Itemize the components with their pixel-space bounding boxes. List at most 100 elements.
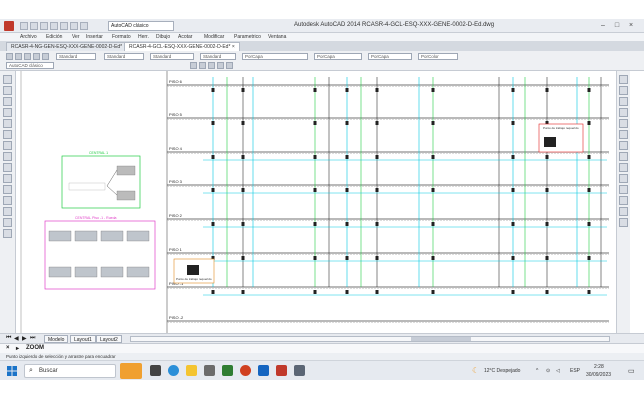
menu-parametric[interactable]: Parametrico xyxy=(234,34,261,40)
erase-icon[interactable] xyxy=(619,75,628,84)
drawing-canvas[interactable]: CENTRAL 1 CENTRAL Piso -1 - Rueda PISO 6… xyxy=(17,71,616,333)
menu-modify[interactable]: Modificar xyxy=(204,34,224,40)
print-icon[interactable] xyxy=(60,22,68,30)
pan-icon[interactable] xyxy=(217,62,224,69)
doc-tab[interactable]: RCASR-4-NG-GEN-ESQ-XXX-GENE-0002-D-Ed* xyxy=(6,42,128,51)
new-icon[interactable] xyxy=(20,22,28,30)
break-icon[interactable] xyxy=(619,196,628,205)
new-icon[interactable] xyxy=(6,53,13,60)
menu-tools[interactable]: Herr. xyxy=(138,34,149,40)
linetype-select[interactable]: PorCapa xyxy=(314,53,362,60)
nav-last-icon[interactable]: ⏭ xyxy=(30,335,35,342)
color-select[interactable]: PorColor xyxy=(418,53,458,60)
menu-insert[interactable]: Insertar xyxy=(86,34,103,40)
excel-icon[interactable] xyxy=(222,365,233,376)
store-icon[interactable] xyxy=(204,365,215,376)
doc-tab-active[interactable]: RCASR-4-GCL-ESQ-XXX-GENE-0002-D-Ed* × xyxy=(124,42,240,51)
task-view-icon[interactable] xyxy=(150,365,161,376)
outlook-icon[interactable] xyxy=(258,365,269,376)
layer-properties-icon[interactable] xyxy=(190,62,197,69)
copy-icon[interactable] xyxy=(619,86,628,95)
clock-date[interactable]: 30/09/2023 xyxy=(586,372,611,378)
arc-icon[interactable] xyxy=(3,119,12,128)
tab-layout2[interactable]: Layout2 xyxy=(96,335,122,343)
rectangle-icon[interactable] xyxy=(3,108,12,117)
menu-file[interactable]: Archivo xyxy=(20,34,37,40)
dim-style-select[interactable]: Standard xyxy=(104,53,144,60)
cut-icon[interactable] xyxy=(42,53,49,60)
mirror-icon[interactable] xyxy=(619,97,628,106)
close-tab-icon[interactable]: × xyxy=(232,44,235,50)
layer-select[interactable]: PorCapa xyxy=(242,53,308,60)
hatch-icon[interactable] xyxy=(3,185,12,194)
block-icon[interactable] xyxy=(3,163,12,172)
maximize-icon[interactable]: □ xyxy=(612,21,622,31)
file-explorer-icon[interactable] xyxy=(186,365,197,376)
rotate-icon[interactable] xyxy=(619,141,628,150)
polygon-icon[interactable] xyxy=(3,97,12,106)
fillet-icon[interactable] xyxy=(619,207,628,216)
saveas-icon[interactable] xyxy=(50,22,58,30)
layer-state-icon[interactable] xyxy=(199,62,206,69)
widgets-image-icon[interactable] xyxy=(120,363,142,379)
save-icon[interactable] xyxy=(24,53,31,60)
tab-model[interactable]: Modelo xyxy=(44,335,69,343)
region-icon[interactable] xyxy=(3,207,12,216)
scale-icon[interactable] xyxy=(619,152,628,161)
close-icon[interactable]: × xyxy=(626,21,636,31)
autocad-logo-icon[interactable] xyxy=(4,21,14,31)
open-icon[interactable] xyxy=(15,53,22,60)
table-icon[interactable] xyxy=(3,218,12,227)
text-style-select[interactable]: Standard xyxy=(56,53,96,60)
match-icon[interactable] xyxy=(226,62,233,69)
menu-edit[interactable]: Edición xyxy=(46,34,62,40)
nav-first-icon[interactable]: ⏮ xyxy=(6,335,11,342)
lineweight-select[interactable]: PorCapa xyxy=(368,53,412,60)
chrome-icon[interactable] xyxy=(240,365,251,376)
tab-layout1[interactable]: Layout1 xyxy=(70,335,96,343)
spline-icon[interactable] xyxy=(3,141,12,150)
circle-icon[interactable] xyxy=(3,130,12,139)
zoom-icon[interactable] xyxy=(208,62,215,69)
tray-chevron-icon[interactable]: ^ xyxy=(536,368,538,374)
app-taskbar-icon[interactable] xyxy=(294,365,305,376)
command-line[interactable]: × ▸ ZOOM xyxy=(0,343,644,353)
extend-icon[interactable] xyxy=(619,185,628,194)
mtext-icon[interactable] xyxy=(3,229,12,238)
menu-dimension[interactable]: Acotar xyxy=(178,34,192,40)
move-icon[interactable] xyxy=(619,130,628,139)
autocad-taskbar-icon[interactable] xyxy=(276,365,287,376)
ellipse-icon[interactable] xyxy=(3,152,12,161)
scrollbar-thumb[interactable] xyxy=(411,337,471,341)
notification-icon[interactable]: ▭ xyxy=(628,367,635,375)
edge-icon[interactable] xyxy=(168,365,179,376)
mleader-style-select[interactable]: Standard xyxy=(200,53,236,60)
close-cmd-icon[interactable]: × xyxy=(6,345,10,351)
print-icon[interactable] xyxy=(33,53,40,60)
nav-prev-icon[interactable]: ◀ xyxy=(14,335,19,342)
volume-icon[interactable]: ◁ xyxy=(556,368,560,374)
stretch-icon[interactable] xyxy=(619,163,628,172)
undo-icon[interactable] xyxy=(70,22,78,30)
menu-format[interactable]: Formato xyxy=(112,34,131,40)
minimize-icon[interactable]: – xyxy=(598,21,608,31)
offset-icon[interactable] xyxy=(619,108,628,117)
point-icon[interactable] xyxy=(3,174,12,183)
language-indicator[interactable]: ESP xyxy=(570,368,580,374)
taskbar-search-input[interactable]: ⌕ Buscar xyxy=(24,364,116,378)
clock-time[interactable]: 2:28 xyxy=(594,364,604,370)
open-icon[interactable] xyxy=(30,22,38,30)
network-icon[interactable]: ⊙ xyxy=(546,368,550,374)
horizontal-scrollbar[interactable] xyxy=(130,336,610,342)
save-icon[interactable] xyxy=(40,22,48,30)
explode-icon[interactable] xyxy=(619,218,628,227)
nav-next-icon[interactable]: ▶ xyxy=(22,335,27,342)
trim-icon[interactable] xyxy=(619,174,628,183)
menu-view[interactable]: Ver xyxy=(72,34,80,40)
workspace-select[interactable]: AutoCAD clásico xyxy=(108,21,174,31)
table-style-select[interactable]: Standard xyxy=(150,53,194,60)
array-icon[interactable] xyxy=(619,119,628,128)
gradient-icon[interactable] xyxy=(3,196,12,205)
menu-window[interactable]: Ventana xyxy=(268,34,286,40)
menu-draw[interactable]: Dibujo xyxy=(156,34,170,40)
